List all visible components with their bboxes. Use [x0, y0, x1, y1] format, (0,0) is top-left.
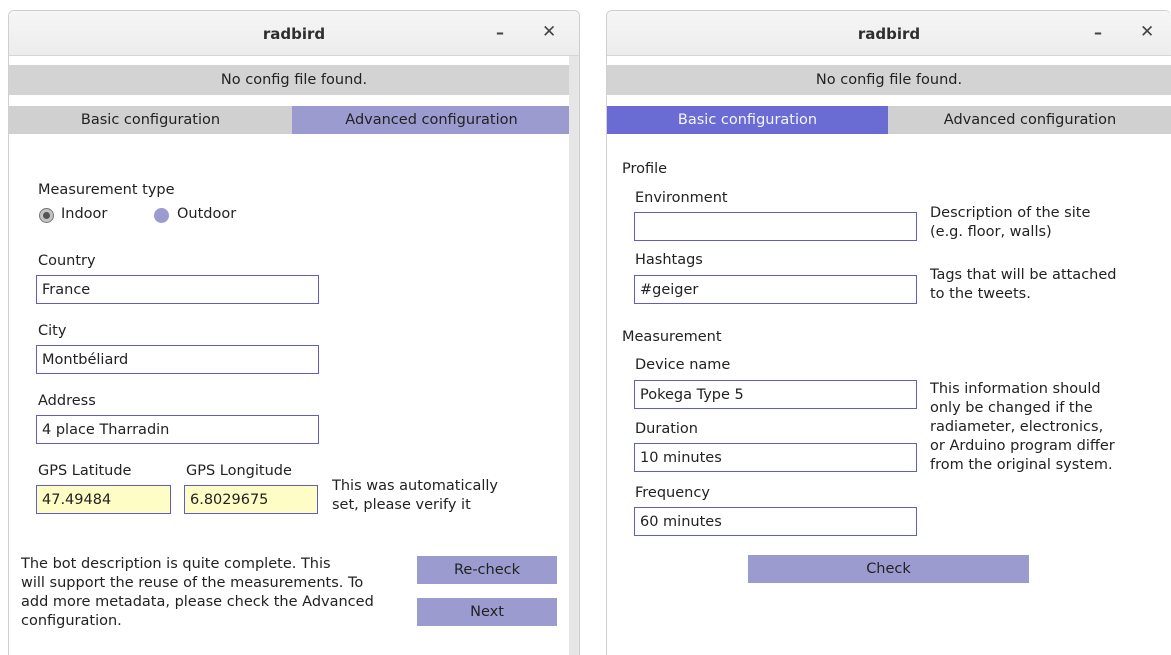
- description-line: The bot description is quite complete. T…: [21, 556, 331, 572]
- description-line: configuration.: [21, 613, 122, 629]
- description-line: add more metadata, please check the Adva…: [21, 594, 374, 610]
- help-line: This information should: [930, 381, 1101, 397]
- minimize-button[interactable]: –: [496, 23, 504, 42]
- gps-latitude-label: GPS Latitude: [38, 463, 132, 479]
- gps-note: This was automatically set, please verif…: [332, 477, 498, 515]
- frequency-label: Frequency: [635, 485, 710, 501]
- window-title: radbird: [262, 25, 326, 43]
- measurement-type-label: Measurement type: [38, 182, 175, 198]
- outdoor-label[interactable]: Outdoor: [177, 206, 236, 222]
- gps-note-line: This was automatically: [332, 478, 498, 494]
- window-left: radbird – ✕ No config file found. Basic …: [8, 10, 580, 655]
- indoor-label[interactable]: Indoor: [61, 206, 107, 222]
- gps-longitude-label: GPS Longitude: [186, 463, 292, 479]
- device-name-label: Device name: [635, 357, 731, 373]
- help-line: or Arduino program differ: [930, 438, 1115, 454]
- environment-label: Environment: [635, 190, 728, 206]
- hashtags-field[interactable]: [634, 275, 917, 304]
- status-bar: No config file found.: [9, 65, 579, 95]
- check-button[interactable]: Check: [748, 555, 1029, 583]
- description-line: will support the reuse of the measuremen…: [21, 575, 364, 591]
- city-label: City: [38, 323, 67, 339]
- help-line: Tags that will be attached: [930, 267, 1117, 283]
- tab-advanced-configuration[interactable]: Advanced configuration: [292, 106, 571, 134]
- tab-basic-configuration[interactable]: Basic configuration: [607, 106, 888, 134]
- device-name-field[interactable]: [634, 380, 917, 409]
- minimize-button[interactable]: –: [1094, 23, 1102, 42]
- gps-longitude-field[interactable]: [184, 485, 318, 514]
- frequency-field[interactable]: [634, 507, 917, 536]
- bot-description: The bot description is quite complete. T…: [21, 555, 374, 631]
- city-field[interactable]: [36, 345, 319, 374]
- recheck-button[interactable]: Re-check: [417, 556, 557, 584]
- measurement-heading: Measurement: [622, 329, 722, 345]
- help-line: from the original system.: [930, 457, 1113, 473]
- duration-field[interactable]: [634, 443, 917, 472]
- address-label: Address: [38, 393, 96, 409]
- help-line: to the tweets.: [930, 286, 1031, 302]
- title-bar[interactable]: radbird – ✕: [9, 11, 579, 56]
- address-field[interactable]: [36, 415, 319, 444]
- environment-help: Description of the site (e.g. floor, wal…: [930, 204, 1090, 242]
- window-right: radbird – ✕ No config file found. Basic …: [606, 10, 1171, 655]
- help-line: only be changed if the: [930, 400, 1093, 416]
- tab-advanced-configuration[interactable]: Advanced configuration: [888, 106, 1171, 134]
- gps-note-line: set, please verify it: [332, 497, 471, 513]
- duration-label: Duration: [635, 421, 698, 437]
- outdoor-radio[interactable]: [154, 208, 169, 223]
- close-button[interactable]: ✕: [1140, 22, 1154, 42]
- profile-heading: Profile: [622, 161, 668, 177]
- environment-field[interactable]: [634, 212, 917, 241]
- title-bar[interactable]: radbird – ✕: [607, 11, 1171, 56]
- help-line: Description of the site: [930, 205, 1091, 221]
- tab-basic-configuration[interactable]: Basic configuration: [9, 106, 292, 134]
- country-field[interactable]: [36, 275, 319, 304]
- close-button[interactable]: ✕: [542, 22, 556, 42]
- indoor-radio[interactable]: [39, 208, 54, 223]
- hashtags-label: Hashtags: [635, 252, 703, 268]
- help-line: (e.g. floor, walls): [930, 224, 1052, 240]
- measurement-help: This information should only be changed …: [930, 380, 1115, 475]
- hashtags-help: Tags that will be attached to the tweets…: [930, 266, 1116, 304]
- status-bar: No config file found.: [607, 65, 1171, 95]
- help-line: radiameter, electronics,: [930, 419, 1104, 435]
- scrollbar[interactable]: [569, 56, 579, 655]
- next-button[interactable]: Next: [417, 598, 557, 626]
- window-title: radbird: [857, 25, 921, 43]
- country-label: Country: [38, 253, 96, 269]
- gps-latitude-field[interactable]: [36, 485, 171, 514]
